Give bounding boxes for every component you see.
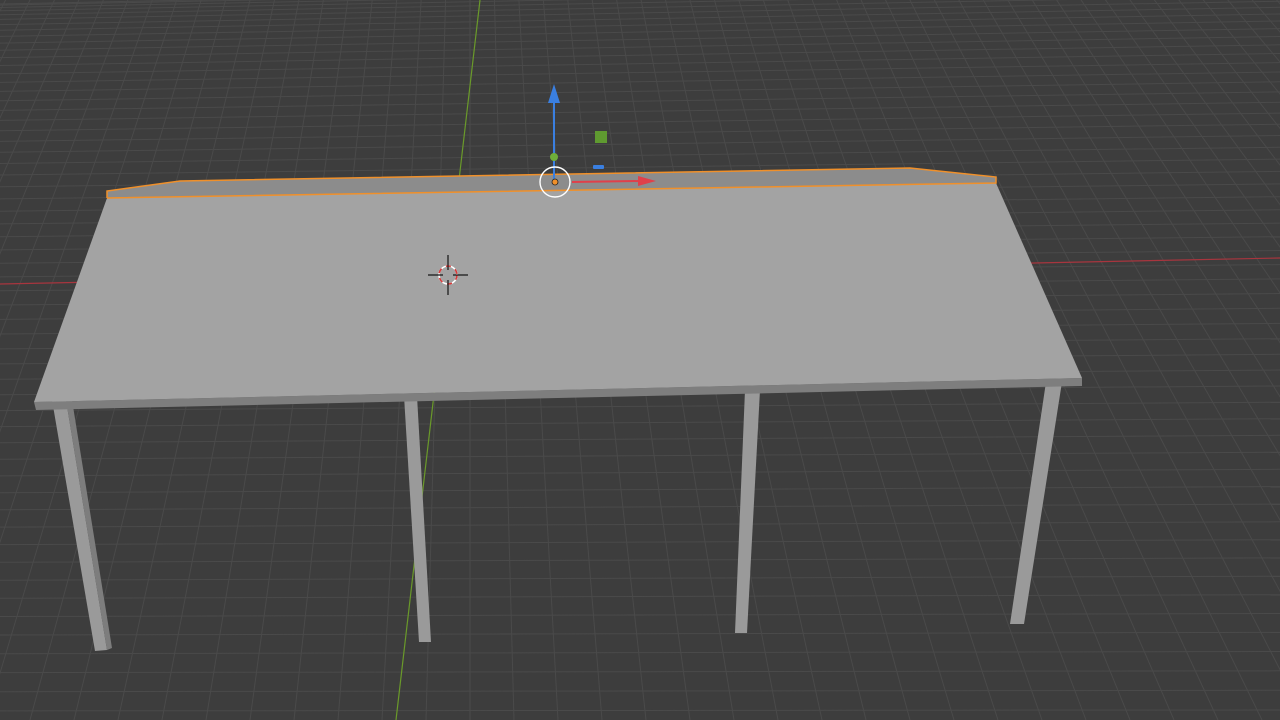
grid-line [0, 503, 1280, 511]
gizmo-y-handle-icon[interactable] [550, 153, 558, 161]
grid-line [0, 0, 1280, 26]
grid-line [0, 709, 1280, 712]
gizmo-plane-handle-icon[interactable] [595, 131, 607, 143]
grid-line [0, 631, 1280, 636]
grid-line [0, 486, 1280, 494]
viewport-canvas[interactable] [0, 0, 1280, 720]
table-top-surface[interactable] [34, 183, 1082, 402]
grid-line [0, 13, 1280, 37]
grid-line [0, 689, 1280, 693]
grid-line [0, 91, 1280, 111]
grid-line [0, 468, 1280, 477]
grid-line [0, 418, 1280, 428]
grid-line [0, 594, 1280, 599]
grid-line [0, 81, 1280, 102]
grid-line [0, 123, 1280, 142]
table-leg-front-left[interactable] [52, 400, 107, 651]
grid-line [0, 451, 1280, 460]
grid-line [0, 670, 1280, 674]
gizmo-xz-plane-handle-icon[interactable] [593, 165, 604, 169]
gizmo-x-axis-line[interactable] [571, 180, 641, 183]
grid-line [0, 101, 1280, 121]
table-legs[interactable] [52, 382, 1062, 651]
grid-line [0, 539, 1280, 546]
gizmo-z-arrow-icon[interactable] [548, 84, 560, 103]
grid-line [0, 651, 1280, 655]
object-origin-icon [551, 178, 559, 186]
grid-line [0, 62, 1280, 83]
grid-line [0, 575, 1280, 581]
3d-viewport[interactable] [0, 0, 1280, 720]
table-leg-front-mid-left[interactable] [404, 396, 431, 642]
grid-line [0, 53, 1280, 75]
